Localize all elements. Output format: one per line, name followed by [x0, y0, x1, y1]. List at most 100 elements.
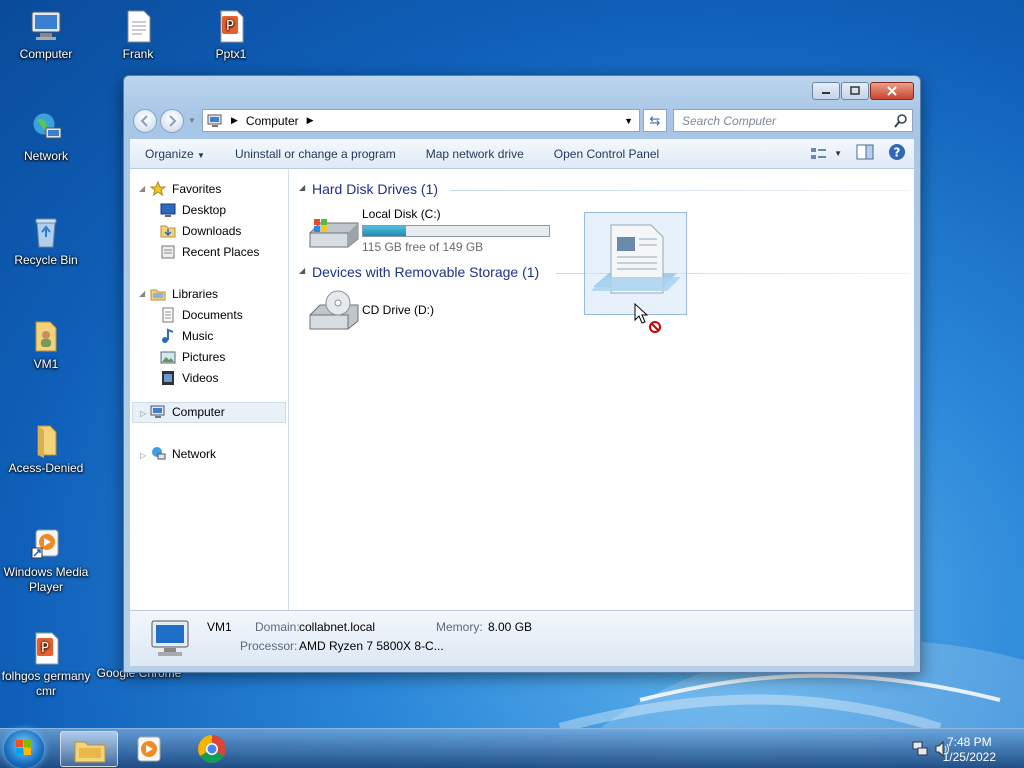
- domain-value: collabnet.local: [299, 620, 376, 634]
- taskbar-media-player[interactable]: [120, 731, 178, 767]
- desktop-icon-acess-denied[interactable]: Acess-Denied: [1, 422, 91, 476]
- explorer-window: ▼ ▶ Computer ▶ ▼ ⇆ Search Computer Organ…: [123, 75, 921, 673]
- powerpoint-file-icon: P: [213, 8, 249, 44]
- drive-c-free-space: 115 GB free of 149 GB: [362, 240, 484, 254]
- user-folder-icon: [28, 318, 64, 354]
- libraries-icon: [150, 286, 166, 302]
- forward-button[interactable]: [160, 109, 184, 133]
- desktop-icon-computer[interactable]: Computer: [1, 8, 91, 62]
- nav-documents[interactable]: Documents: [160, 305, 243, 325]
- open-control-panel-button[interactable]: Open Control Panel: [539, 147, 674, 161]
- maximize-button[interactable]: [841, 82, 869, 100]
- videos-icon: [160, 370, 176, 386]
- breadcrumb-separator-icon[interactable]: ▶: [231, 115, 238, 126]
- desktop-icon-recycle-bin[interactable]: Recycle Bin: [1, 214, 91, 268]
- address-dropdown-icon[interactable]: ▼: [624, 116, 633, 126]
- nav-videos[interactable]: Videos: [160, 368, 218, 388]
- command-bar: Organize ▼ Uninstall or change a program…: [130, 139, 914, 169]
- expand-arrow-icon[interactable]: ▷: [140, 451, 146, 460]
- window-controls: [812, 82, 914, 100]
- nav-network[interactable]: Network: [150, 444, 216, 464]
- drive-c-name: Local Disk (C:): [362, 207, 441, 221]
- nav-desktop[interactable]: Desktop: [160, 200, 226, 220]
- group-header-hard-disk[interactable]: Hard Disk Drives (1): [312, 181, 438, 197]
- preview-pane-icon: [856, 144, 874, 160]
- music-note-icon: [160, 328, 176, 344]
- forward-arrow-icon: [169, 115, 177, 127]
- change-view-button[interactable]: ▼: [810, 147, 842, 161]
- search-icon: [894, 114, 907, 128]
- back-button[interactable]: [133, 109, 157, 133]
- drive-d-item[interactable]: CD Drive (D:): [304, 287, 504, 335]
- cd-drive-icon: [309, 290, 359, 330]
- nav-downloads[interactable]: Downloads: [160, 221, 241, 241]
- expand-arrow-icon[interactable]: ◢: [139, 289, 145, 298]
- minimize-button[interactable]: [812, 82, 840, 100]
- nav-favorites[interactable]: Favorites: [149, 179, 221, 199]
- navigation-pane: ◢ Favorites Desktop Downloads Recent Pla…: [130, 169, 289, 610]
- computer-icon: [28, 8, 64, 44]
- computer-name: VM1: [207, 620, 232, 634]
- desktop-icon-folhgos-germany-cmr[interactable]: P folhgos germany cmr: [1, 630, 91, 699]
- windows-logo-icon: [16, 740, 31, 755]
- nav-music[interactable]: Music: [160, 326, 213, 346]
- folder-explorer-icon: [74, 741, 106, 763]
- drive-d-name: CD Drive (D:): [362, 303, 434, 317]
- chevron-down-icon: ▼: [834, 149, 842, 158]
- help-button[interactable]: ?: [888, 143, 906, 164]
- uninstall-program-button[interactable]: Uninstall or change a program: [220, 147, 411, 161]
- downloads-folder-icon: [160, 223, 176, 239]
- documents-icon: [160, 307, 176, 323]
- memory-value: 8.00 GB: [488, 620, 533, 634]
- map-network-drive-button[interactable]: Map network drive: [411, 147, 539, 161]
- group-divider: [450, 190, 910, 191]
- desktop-icon-frank[interactable]: Frank: [93, 8, 183, 62]
- desktop-icon-vm1[interactable]: VM1: [1, 318, 91, 372]
- search-input[interactable]: Search Computer: [673, 109, 913, 132]
- taskbar-explorer[interactable]: [60, 731, 118, 767]
- mouse-cursor-no-drop: [634, 303, 661, 333]
- recent-pages-icon[interactable]: ▼: [188, 116, 196, 125]
- desktop-icon-pptx1[interactable]: P Pptx1: [186, 8, 276, 62]
- nav-computer[interactable]: Computer: [150, 402, 225, 422]
- preview-pane-button[interactable]: [856, 144, 874, 163]
- address-bar[interactable]: ▶ Computer ▶ ▼: [202, 109, 640, 132]
- memory-label: Memory:: [436, 620, 483, 634]
- star-icon: [149, 180, 167, 197]
- folder-icon: [28, 422, 64, 458]
- drive-c-item[interactable]: Local Disk (C:) 115 GB free of 149 GB: [304, 203, 554, 254]
- nav-libraries[interactable]: Libraries: [150, 284, 218, 304]
- desktop-icon-network[interactable]: Network: [1, 110, 91, 164]
- processor-label: Processor:: [240, 639, 298, 653]
- back-arrow-icon: [140, 115, 148, 127]
- desktop-icon-windows-media-player[interactable]: Windows Media Player: [1, 526, 91, 595]
- nav-pictures[interactable]: Pictures: [160, 347, 225, 367]
- powerpoint-file-icon: P: [28, 630, 64, 666]
- collapse-group-icon[interactable]: ◢: [299, 266, 305, 275]
- refresh-button[interactable]: ⇆: [643, 109, 667, 132]
- chevron-down-icon: ▼: [197, 150, 205, 160]
- expand-arrow-icon[interactable]: ◢: [139, 184, 145, 193]
- group-header-removable[interactable]: Devices with Removable Storage (1): [312, 264, 539, 280]
- breadcrumb-chevron-icon[interactable]: ▶: [307, 115, 314, 126]
- svg-text:P: P: [226, 19, 234, 34]
- computer-icon: [207, 114, 222, 127]
- drive-c-usage-fill: [363, 226, 406, 236]
- system-clock[interactable]: 7:48 PM 1/25/2022: [943, 735, 996, 765]
- organize-button[interactable]: Organize ▼: [130, 147, 220, 161]
- collapse-group-icon[interactable]: ◢: [299, 183, 305, 192]
- start-button[interactable]: [4, 730, 44, 768]
- close-button[interactable]: [870, 82, 914, 100]
- recycle-bin-icon: [28, 214, 64, 250]
- taskbar-chrome[interactable]: [183, 731, 241, 767]
- nav-recent-places[interactable]: Recent Places: [160, 242, 259, 262]
- drag-preview: [584, 212, 687, 315]
- details-pane: VM1 Domain: collabnet.local Memory: 8.00…: [130, 610, 914, 666]
- breadcrumb-computer[interactable]: Computer: [246, 114, 299, 128]
- media-player-shortcut-icon: [28, 526, 64, 562]
- network-tray-icon[interactable]: [912, 741, 930, 760]
- svg-text:?: ?: [894, 146, 901, 160]
- network-globe-icon: [28, 110, 64, 146]
- taskbar: 7:48 PM 1/25/2022: [0, 728, 1024, 768]
- expand-arrow-icon[interactable]: ▷: [140, 409, 146, 418]
